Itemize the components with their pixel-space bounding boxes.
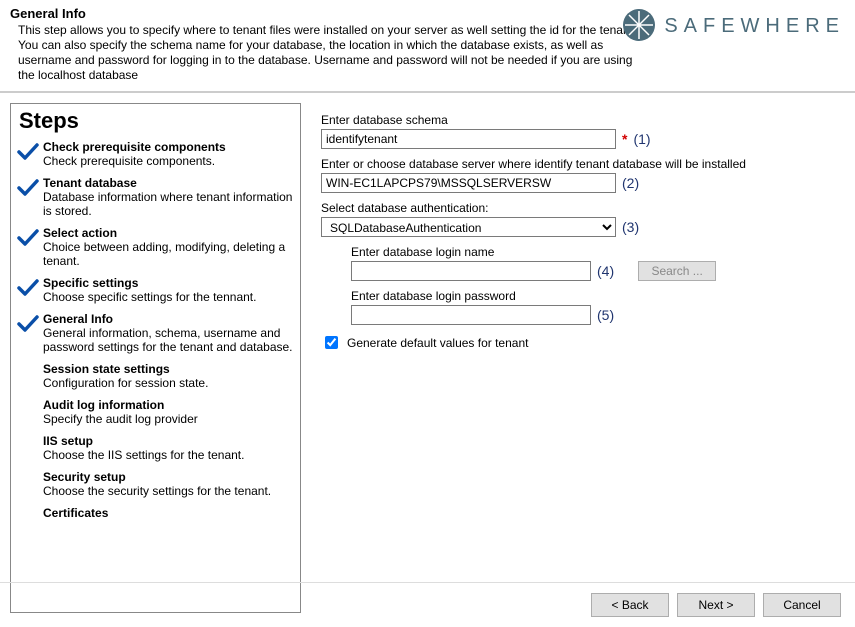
step-text: Audit log informationSpecify the audit l… — [43, 398, 198, 426]
step-item[interactable]: IIS setupChoose the IIS settings for the… — [15, 430, 298, 466]
step-text: Tenant databaseDatabase information wher… — [43, 176, 294, 218]
step-title: IIS setup — [43, 434, 244, 448]
brand-logo: SAFEWHERE — [622, 8, 845, 45]
check-icon — [17, 176, 39, 218]
step-title: Tenant database — [43, 176, 294, 190]
password-label: Enter database login password — [351, 289, 845, 303]
step-desc: Configuration for session state. — [43, 376, 208, 390]
brand-text: SAFEWHERE — [664, 15, 845, 38]
check-icon — [17, 276, 39, 304]
generate-defaults-checkbox[interactable] — [325, 336, 338, 349]
step-title: Select action — [43, 226, 294, 240]
schema-label: Enter database schema — [321, 113, 845, 127]
step-title: Audit log information — [43, 398, 198, 412]
login-label: Enter database login name — [351, 245, 845, 259]
step-text: General InfoGeneral information, schema,… — [43, 312, 294, 354]
generate-defaults-label: Generate default values for tenant — [347, 336, 528, 350]
hint-1: (1) — [633, 131, 650, 147]
step-desc: Choose the IIS settings for the tenant. — [43, 448, 244, 462]
check-icon — [17, 226, 39, 268]
step-title: Security setup — [43, 470, 271, 484]
check-icon — [17, 140, 39, 168]
step-desc: Choose the security settings for the ten… — [43, 484, 271, 498]
step-text: Session state settingsConfiguration for … — [43, 362, 208, 390]
step-desc: Choice between adding, modifying, deleti… — [43, 240, 294, 268]
check-icon — [17, 434, 39, 462]
steps-panel: Steps Check prerequisite componentsCheck… — [10, 103, 301, 613]
step-text: Certificates — [43, 506, 108, 520]
form-panel: Enter database schema * (1) Enter or cho… — [321, 103, 845, 613]
step-text: Check prerequisite componentsCheck prere… — [43, 140, 226, 168]
step-item[interactable]: Specific settingsChoose specific setting… — [15, 272, 298, 308]
wizard-header: General Info This step allows you to spe… — [0, 0, 855, 93]
step-item[interactable]: General InfoGeneral information, schema,… — [15, 308, 298, 358]
step-text: IIS setupChoose the IIS settings for the… — [43, 434, 244, 462]
check-icon — [17, 312, 39, 354]
search-button: Search ... — [638, 261, 716, 281]
hint-4: (4) — [597, 263, 614, 279]
step-title: Specific settings — [43, 276, 256, 290]
step-title: Certificates — [43, 506, 108, 520]
step-item[interactable]: Select actionChoice between adding, modi… — [15, 222, 298, 272]
page-description: This step allows you to specify where to… — [18, 23, 638, 83]
check-icon — [17, 506, 39, 520]
step-desc: Check prerequisite components. — [43, 154, 226, 168]
check-icon — [17, 470, 39, 498]
step-desc: Choose specific settings for the tennant… — [43, 290, 256, 304]
step-text: Specific settingsChoose specific setting… — [43, 276, 256, 304]
step-title: Check prerequisite components — [43, 140, 226, 154]
wizard-footer: < Back Next > Cancel — [0, 582, 855, 627]
step-item[interactable]: Audit log informationSpecify the audit l… — [15, 394, 298, 430]
step-item[interactable]: Session state settingsConfiguration for … — [15, 358, 298, 394]
step-title: Session state settings — [43, 362, 208, 376]
brand-icon — [622, 8, 656, 45]
auth-label: Select database authentication: — [321, 201, 845, 215]
step-item[interactable]: Check prerequisite componentsCheck prere… — [15, 136, 298, 172]
step-title: General Info — [43, 312, 294, 326]
hint-3: (3) — [622, 219, 639, 235]
step-text: Security setupChoose the security settin… — [43, 470, 271, 498]
password-input[interactable] — [351, 305, 591, 325]
step-item[interactable]: Certificates — [15, 502, 298, 524]
step-desc: Database information where tenant inform… — [43, 190, 294, 218]
step-desc: General information, schema, username an… — [43, 326, 294, 354]
check-icon — [17, 398, 39, 426]
step-text: Select actionChoice between adding, modi… — [43, 226, 294, 268]
step-item[interactable]: Tenant databaseDatabase information wher… — [15, 172, 298, 222]
server-input[interactable] — [321, 173, 616, 193]
hint-2: (2) — [622, 175, 639, 191]
schema-input[interactable] — [321, 129, 616, 149]
step-item[interactable]: Security setupChoose the security settin… — [15, 466, 298, 502]
server-label: Enter or choose database server where id… — [321, 157, 845, 171]
auth-select[interactable]: SQLDatabaseAuthentication — [321, 217, 616, 237]
login-input[interactable] — [351, 261, 591, 281]
step-desc: Specify the audit log provider — [43, 412, 198, 426]
hint-5: (5) — [597, 307, 614, 323]
check-icon — [17, 362, 39, 390]
cancel-button[interactable]: Cancel — [763, 593, 841, 617]
next-button[interactable]: Next > — [677, 593, 755, 617]
steps-list[interactable]: Check prerequisite componentsCheck prere… — [15, 136, 300, 613]
steps-title: Steps — [15, 108, 300, 134]
back-button[interactable]: < Back — [591, 593, 669, 617]
required-star-icon: * — [622, 131, 627, 147]
